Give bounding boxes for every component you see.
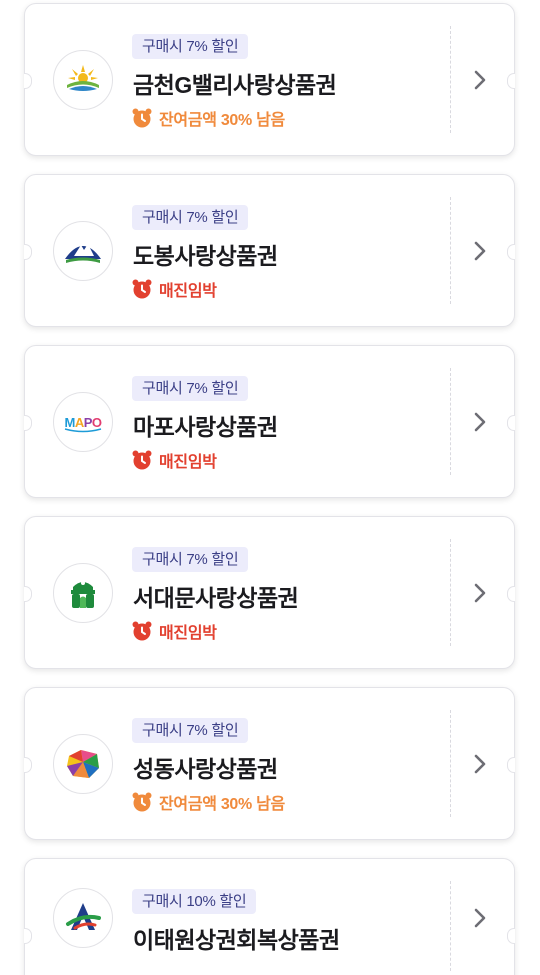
dobong-logo (53, 220, 113, 281)
chevron-right-icon[interactable] (467, 905, 493, 931)
voucher-card-geumcheon[interactable]: 구매시 7% 할인 금천G밸리사랑상품권 잔여금액 30% 남음 (24, 3, 515, 156)
geumcheon-logo (53, 49, 113, 110)
alarm-clock-icon (132, 621, 152, 641)
discount-badge: 구매시 7% 할인 (132, 34, 249, 59)
chevron-right-icon[interactable] (467, 238, 493, 264)
voucher-title: 마포사랑상품권 (133, 414, 278, 440)
discount-badge: 구매시 7% 할인 (132, 205, 249, 230)
stock-status: 잔여금액 30% 남음 (131, 790, 285, 814)
divider (450, 26, 451, 133)
voucher-card-mapo[interactable]: MAPO 구매시 7% 할인 마포사랑상품권 매진임박 (24, 345, 515, 498)
itaewon-logo (53, 888, 113, 948)
discount-badge: 구매시 7% 할인 (132, 718, 249, 743)
voucher-title: 서대문사랑상품권 (133, 585, 299, 611)
divider (450, 710, 451, 817)
stock-status-text: 잔여금액 30% 남음 (159, 796, 285, 813)
stock-status: 매진임박 (131, 619, 217, 643)
stock-status-text: 잔여금액 30% 남음 (159, 112, 285, 129)
voucher-card-dobong[interactable]: 구매시 7% 할인 도봉사랑상품권 매진임박 (24, 174, 515, 327)
divider (450, 197, 451, 304)
chevron-right-icon[interactable] (467, 409, 493, 435)
stock-status-text: 매진임박 (159, 454, 217, 471)
stock-status: 잔여금액 30% 남음 (131, 106, 285, 130)
voucher-title: 금천G밸리사랑상품권 (133, 72, 337, 98)
voucher-card-seongdong[interactable]: 구매시 7% 할인 성동사랑상품권 잔여금액 30% 남음 (24, 687, 515, 840)
svg-text:MAPO: MAPO (64, 415, 101, 430)
stock-status: 매진임박 (131, 448, 217, 472)
chevron-right-icon[interactable] (467, 751, 493, 777)
seodaemun-logo (53, 562, 113, 623)
divider (450, 368, 451, 475)
stock-status: 매진임박 (131, 277, 217, 301)
mapo-logo: MAPO (53, 391, 113, 452)
divider (450, 881, 451, 971)
voucher-title: 성동사랑상품권 (133, 756, 278, 782)
chevron-right-icon[interactable] (467, 67, 493, 93)
voucher-list: 구매시 7% 할인 금천G밸리사랑상품권 잔여금액 30% 남음 구매시 7% … (0, 0, 540, 975)
voucher-title: 이태원상권회복상품권 (133, 927, 340, 953)
alarm-clock-icon (132, 450, 152, 470)
chevron-right-icon[interactable] (467, 580, 493, 606)
alarm-clock-icon (132, 792, 152, 812)
discount-badge: 구매시 10% 할인 (132, 889, 257, 914)
alarm-clock-icon (132, 108, 152, 128)
stock-status-text: 매진임박 (159, 283, 217, 300)
voucher-card-itaewon[interactable]: 구매시 10% 할인 이태원상권회복상품권 (24, 858, 515, 975)
discount-badge: 구매시 7% 할인 (132, 547, 249, 572)
seongdong-logo (53, 733, 113, 794)
divider (450, 539, 451, 646)
alarm-clock-icon (132, 279, 152, 299)
stock-status-text: 매진임박 (159, 625, 217, 642)
discount-badge: 구매시 7% 할인 (132, 376, 249, 401)
voucher-title: 도봉사랑상품권 (133, 243, 278, 269)
voucher-card-seodaemun[interactable]: 구매시 7% 할인 서대문사랑상품권 매진임박 (24, 516, 515, 669)
